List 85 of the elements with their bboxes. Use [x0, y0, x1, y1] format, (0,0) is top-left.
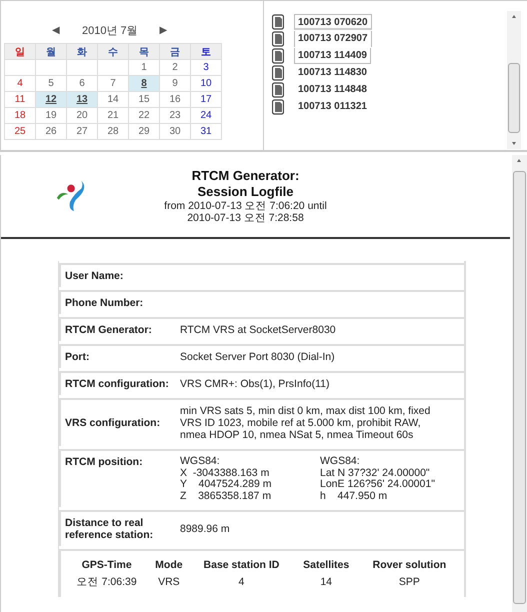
field-label: Distance to real reference station:	[65, 517, 154, 541]
day-cell: 16	[160, 92, 190, 108]
field-value: Socket Server Port 8030 (Dial-In)	[180, 351, 336, 363]
log-file-link[interactable]: 100713 114848	[294, 82, 371, 98]
document-icon	[272, 64, 284, 80]
field-value: min VRS sats 5, min dist 0 km, max dist 100 km, fixed VRS ID 1023, mobile ref at 5.000 km, prohibit RAW, nmea HDOP 10, nmea NSat 5, nmea Timeout 60s	[180, 405, 432, 441]
field-value: RTCM VRS at SocketServer8030	[180, 324, 337, 336]
field-label: Port:	[65, 351, 90, 363]
day-cell: 23	[160, 108, 190, 124]
day-cell: 27	[66, 124, 98, 140]
column-header: Rover solution	[372, 558, 448, 573]
column-header: Base station ID	[202, 558, 280, 573]
day-cell: 15	[128, 92, 160, 108]
session-period: 2010-07-13 오전 7:28:58	[186, 212, 305, 224]
day-cell: 17	[190, 92, 222, 108]
field-label: VRS configuration:	[65, 417, 162, 429]
day-link[interactable]: 8	[128, 76, 160, 92]
position-value: WGS84:	[320, 456, 361, 468]
table-cell-text: VRS	[157, 575, 181, 590]
document-icon	[272, 82, 284, 98]
day-cell: 21	[98, 108, 128, 124]
field-label: User Name:	[65, 270, 124, 282]
field-value: VRS CMR+: Obs(1), PrsInfo(11)	[180, 378, 330, 390]
table-cell-text: 오전 7:06:39	[76, 575, 138, 590]
field-value: 8989.96 m	[180, 523, 231, 535]
month-title: 2010년 7월	[82, 24, 138, 38]
column-header: Satellites	[302, 558, 350, 573]
next-month-button[interactable]: ▶	[160, 24, 168, 36]
document-icon	[272, 14, 284, 30]
position-value: h 447.950 m	[320, 490, 388, 502]
day-cell: 28	[98, 124, 128, 140]
position-value: WGS84:	[180, 456, 221, 468]
log-file-link[interactable]: 100713 072907	[294, 30, 372, 46]
day-cell: 31	[190, 124, 222, 140]
document-icon	[272, 48, 284, 64]
weekday-header: 일	[4, 44, 36, 60]
session-period: from 2010-07-13 오전 7:06:20 until	[163, 200, 328, 212]
document-icon	[272, 98, 284, 114]
day-cell: 2	[160, 60, 190, 76]
report-title: Session Logfile	[196, 184, 295, 200]
log-file-link[interactable]: 100713 114830	[294, 64, 371, 80]
field-label: RTCM Generator:	[65, 324, 153, 336]
scrollbar[interactable]	[507, 11, 521, 149]
position-value: Y 4047524.289 m	[180, 479, 272, 490]
day-cell: 9	[160, 76, 190, 92]
position-value: Lat N 37?32' 24.00000"	[320, 468, 431, 479]
weekday-header: 수	[98, 44, 128, 60]
position-value: LonE 126?56' 24.00001"	[320, 479, 436, 490]
day-cell: 29	[128, 124, 160, 140]
weekday-header: 월	[36, 44, 66, 60]
previous-month-button[interactable]: ◀	[52, 24, 60, 36]
day-cell: 22	[128, 108, 160, 124]
document-icon	[272, 30, 284, 46]
weekday-header: 화	[66, 44, 98, 60]
field-label: RTCM configuration:	[65, 378, 170, 390]
day-cell: 14	[98, 92, 128, 108]
day-cell: 26	[36, 124, 66, 140]
position-value: X -3043388.163 m	[180, 468, 270, 479]
day-link[interactable]: 13	[66, 92, 98, 108]
day-link[interactable]: 12	[36, 92, 66, 108]
day-cell: 25	[4, 124, 36, 140]
day-cell: 30	[160, 124, 190, 140]
field-label: Phone Number:	[65, 297, 144, 309]
day-cell: 18	[4, 108, 36, 124]
weekday-header: 목	[128, 44, 160, 60]
weekday-header: 금	[160, 44, 190, 60]
day-cell: 4	[4, 76, 36, 92]
log-file-link[interactable]: 100713 011321	[294, 98, 371, 114]
scrollbar[interactable]	[512, 155, 527, 612]
report-title: RTCM Generator:	[190, 168, 300, 184]
day-cell: 24	[190, 108, 222, 124]
field-label: RTCM position:	[65, 456, 144, 468]
log-file-link[interactable]: 100713 114409	[294, 48, 371, 64]
day-cell: 19	[36, 108, 66, 124]
log-file-link[interactable]: 100713 070620	[294, 14, 372, 30]
table-cell-text: SPP	[398, 575, 421, 590]
table-cell-text: 4	[238, 575, 246, 590]
day-cell: 20	[66, 108, 98, 124]
day-cell: 3	[190, 60, 222, 76]
day-cell: 10	[190, 76, 222, 92]
weekday-header: 토	[190, 44, 222, 60]
table-cell-text: 14	[319, 575, 334, 590]
column-header: GPS-Time	[80, 558, 133, 573]
position-value: Z 3865358.187 m	[180, 490, 272, 502]
column-header: Mode	[154, 558, 184, 573]
